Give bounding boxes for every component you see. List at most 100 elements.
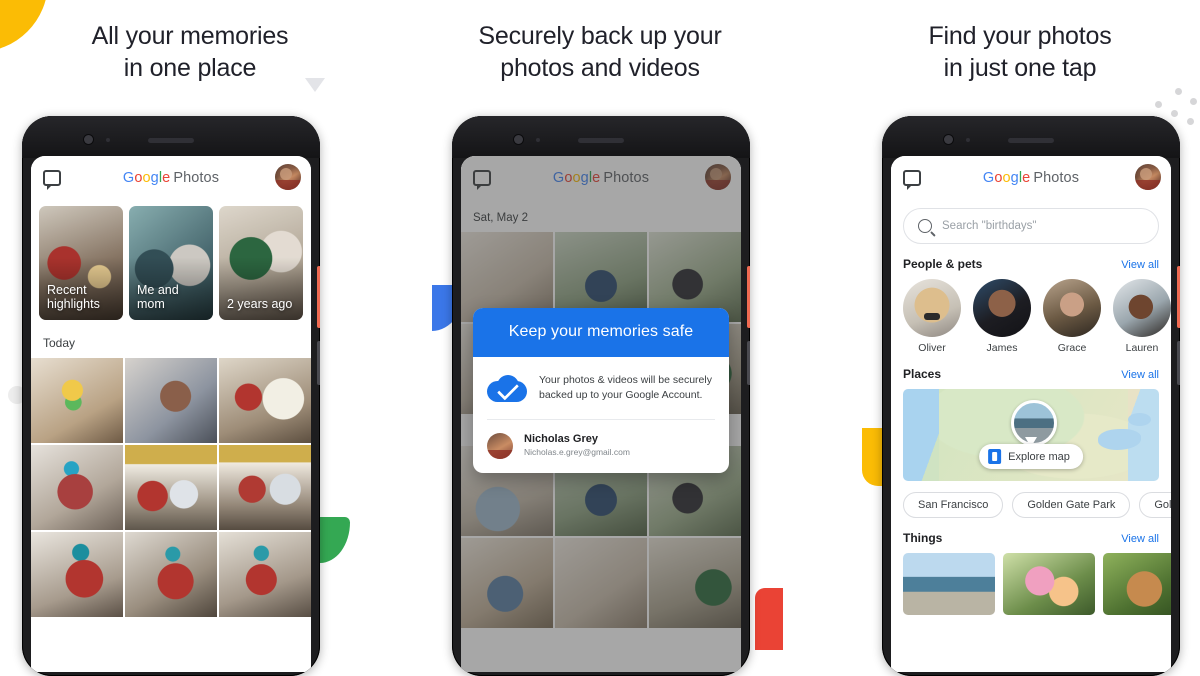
dialog-account-row[interactable]: Nicholas Grey Nicholas.e.grey@gmail.com [473,420,729,472]
photo-tile[interactable] [125,532,217,617]
volume-button[interactable] [1177,341,1180,385]
place-chip[interactable]: Golden [1139,492,1171,518]
account-avatar[interactable] [705,164,731,190]
sensor-icon [536,138,540,142]
brand-product-label: Photos [1033,170,1080,186]
phone-mockup-1: Google Photos Recent highlights Me and mo… [22,116,320,676]
date-header-top: Sat, May 2 [473,212,528,224]
account-info: Nicholas Grey Nicholas.e.grey@gmail.com [524,432,630,458]
brand-product-label: Photos [603,170,650,186]
volume-button[interactable] [317,341,320,385]
person-name: Oliver [918,342,946,354]
person-name: Grace [1057,342,1087,354]
section-title: Things [903,531,943,545]
person-item[interactable]: Lauren [1113,279,1171,354]
search-bar[interactable]: Search "birthdays" [903,208,1159,244]
account-name: Nicholas Grey [524,433,598,446]
search-input[interactable]: Search "birthdays" [942,220,1036,232]
phone-screen-2: GooglePhotos Sat, May 2 Sun, Feb 9 [461,156,741,672]
account-avatar [487,432,513,459]
photo-tile[interactable] [219,445,311,530]
volume-button[interactable] [747,341,750,385]
memory-card[interactable]: Recent highlights [39,206,123,320]
app-bar-3: Google Photos [891,156,1171,200]
headline-line-1: Securely back up your [478,22,722,50]
thing-thumbnail[interactable] [1003,553,1095,615]
thing-thumbnail[interactable] [903,553,995,615]
brand-product-label: Photos [173,170,220,186]
chat-bubble-icon[interactable] [473,170,491,190]
power-button[interactable] [317,266,320,328]
person-item[interactable]: James [973,279,1031,354]
place-chip[interactable]: Golden Gate Park [1012,492,1131,518]
power-button[interactable] [747,266,750,328]
app-bar-1: Google Photos [31,156,311,200]
section-header-things: Things View all [891,518,1171,553]
face-thumbnail [903,279,961,337]
photo-tile[interactable] [219,358,311,443]
headline-line-1: Find your photos [928,22,1112,50]
camera-icon [514,135,523,144]
photo-tile[interactable] [31,358,123,443]
view-all-link-people[interactable]: View all [1121,259,1159,271]
backup-dialog: Keep your memories safe Your photos & vi… [473,308,729,473]
section-header-people: People & pets View all [891,244,1171,279]
face-thumbnail [1113,279,1171,337]
dialog-description: Your photos & videos will be securely ba… [539,374,712,402]
section-header-places: Places View all [891,354,1171,389]
promo-stage: All your memories in one place Google Pho… [0,0,1200,676]
explore-map-button[interactable]: Explore map [979,444,1083,469]
map-photo-pin[interactable] [1011,400,1057,447]
chat-bubble-icon[interactable] [903,170,921,190]
headline-search: Find your photos in just one tap [840,20,1200,84]
memory-card-label: Me and mom [129,283,213,321]
person-item[interactable]: Grace [1043,279,1101,354]
headline-memories: All your memories in one place [0,20,380,84]
view-all-link-things[interactable]: View all [1121,533,1159,545]
thing-thumbnail[interactable] [1103,553,1171,615]
cloud-check-icon [487,374,527,402]
photo-grid-1 [31,358,311,617]
power-button[interactable] [1177,266,1180,328]
memory-card[interactable]: 2 years ago [219,206,303,320]
speaker-grille [1008,138,1054,143]
section-title: Places [903,367,942,381]
photo-tile[interactable] [31,532,123,617]
map-lake [1128,412,1152,426]
dialog-body: Your photos & videos will be securely ba… [473,357,729,419]
memory-card-label: Recent highlights [39,283,108,321]
section-label-today: Today [43,336,76,350]
sensor-icon [966,138,970,142]
photo-tile[interactable] [461,538,553,628]
photo-tile[interactable] [555,538,647,628]
memory-card-label-line1: Me and mom [137,282,179,312]
speaker-grille [148,138,194,143]
headline-line-2: in one place [123,54,257,82]
account-avatar[interactable] [275,164,301,190]
google-maps-icon [988,449,1002,464]
memory-card[interactable]: Me and mom [129,206,213,320]
photo-tile[interactable] [31,445,123,530]
search-icon [918,219,932,233]
photo-tile[interactable] [649,538,741,628]
memory-card-label-line2: highlights [47,297,100,312]
place-chip[interactable]: San Francisco [903,492,1004,518]
photo-tile[interactable] [125,445,217,530]
person-name: James [986,342,1018,354]
app-bar-2: Google Photos [461,156,741,200]
phone-bezel-top [22,116,320,158]
phone-mockup-3: Google Photos Search "birthdays" People &… [882,116,1180,676]
headline-backup: Securely back up your photos and videos [410,20,790,84]
view-all-link-places[interactable]: View all [1121,369,1159,381]
photo-tile[interactable] [125,358,217,443]
sensor-icon [106,138,110,142]
photo-tile[interactable] [219,532,311,617]
google-photos-logo: Google Photos [122,170,220,186]
places-map[interactable]: Explore map [903,389,1159,481]
map-lake [1097,429,1142,450]
people-row: Oliver James Grace Lauren [891,279,1171,354]
person-item[interactable]: Oliver [903,279,961,354]
account-avatar[interactable] [1135,164,1161,190]
headline-line-2: photos and videos [500,54,700,82]
chat-bubble-icon[interactable] [43,170,61,190]
